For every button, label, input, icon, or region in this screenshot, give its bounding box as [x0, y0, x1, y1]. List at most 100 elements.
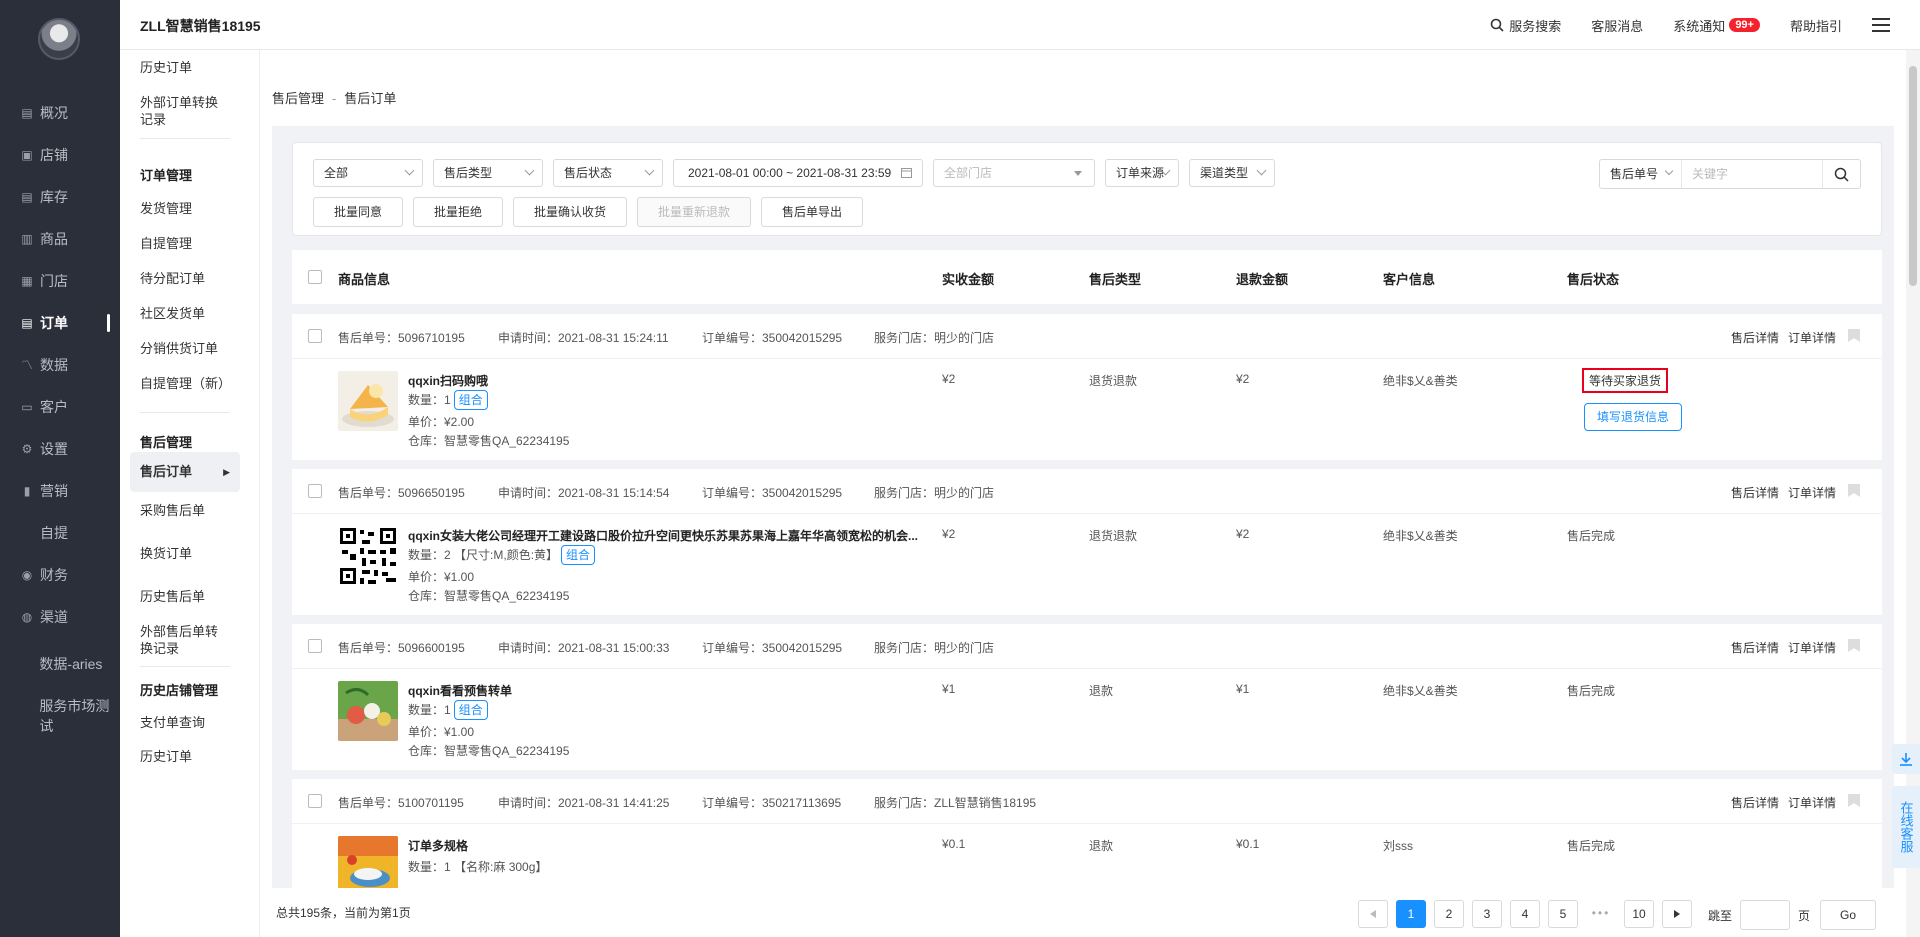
help-link[interactable]: 帮助指引 — [1790, 16, 1842, 35]
export-button[interactable]: 售后单导出 — [761, 197, 863, 227]
page-4[interactable]: 4 — [1510, 900, 1540, 928]
store-select[interactable]: 全部门店 — [933, 159, 1095, 187]
scrollbar-thumb[interactable] — [1909, 66, 1917, 286]
aftersale-detail-link[interactable]: 售后详情 — [1731, 484, 1779, 501]
aftersale-type-select[interactable]: 售后类型 — [433, 159, 543, 187]
search-icon — [1490, 18, 1504, 32]
nav-item[interactable]: ▥ 商品 — [0, 218, 120, 260]
flag-icon[interactable] — [1848, 794, 1860, 807]
download-icon[interactable] — [1892, 744, 1920, 774]
nav-item[interactable]: ▭ 客户 — [0, 386, 120, 428]
order-detail-link[interactable]: 订单详情 — [1788, 794, 1836, 811]
batch-confirm-receipt-button[interactable]: 批量确认收货 — [513, 197, 627, 227]
page-10[interactable]: 10 — [1624, 900, 1654, 928]
select-all-checkbox[interactable] — [308, 270, 322, 284]
subnav-shipping-mgmt[interactable]: 发货管理 — [130, 200, 240, 217]
nav-item-label: 数据-aries — [39, 656, 103, 672]
subnav-community-ship[interactable]: 社区发货单 — [130, 305, 240, 322]
subnav-history-aftersale[interactable]: 历史售后单 — [130, 588, 240, 605]
received-amount: ¥0.1 — [942, 837, 966, 851]
subnav-external-order-records[interactable]: 外部订单转换记录 — [130, 94, 240, 128]
next-page-button[interactable] — [1662, 900, 1692, 928]
fill-return-info-button[interactable]: 填写退货信息 — [1584, 403, 1682, 431]
row-checkbox[interactable] — [308, 794, 322, 808]
online-service-button[interactable]: 在线客服 — [1892, 786, 1920, 868]
page-3[interactable]: 3 — [1472, 900, 1502, 928]
date-range-picker[interactable]: 2021-08-01 00:00 ~ 2021-08-31 23:59 — [673, 159, 923, 187]
service-messages-link[interactable]: 客服消息 — [1591, 16, 1643, 35]
subnav-payment-query[interactable]: 支付单查询 — [130, 714, 240, 731]
nav-item[interactable]: 自提 — [0, 512, 120, 554]
product-name[interactable]: qqxin女装大佬公司经理开工建设路口股价拉升空间更快乐苏果苏果海上嘉年华高领宽… — [408, 527, 918, 544]
page-ellipsis[interactable]: ••• — [1586, 900, 1616, 928]
order-detail-link[interactable]: 订单详情 — [1788, 484, 1836, 501]
product-name[interactable]: qqxin看看预售转单 — [408, 682, 512, 699]
subnav-history-orders[interactable]: 历史订单 — [130, 59, 240, 76]
nav-item[interactable]: ⚙ 设置 — [0, 428, 120, 470]
row-checkbox[interactable] — [308, 484, 322, 498]
prev-page-button[interactable] — [1358, 900, 1388, 928]
search-type-select[interactable]: 售后单号 — [1600, 160, 1682, 188]
scope-select[interactable]: 全部 — [313, 159, 423, 187]
subnav-pickup-mgmt[interactable]: 自提管理 — [130, 235, 240, 252]
batch-re-refund-button[interactable]: 批量重新退款 — [637, 197, 751, 227]
channel-type-select[interactable]: 渠道类型 — [1189, 159, 1275, 187]
subnav-external-aftersale-records[interactable]: 外部售后单转换记录 — [130, 623, 240, 657]
nav-item[interactable]: ▣ 店铺 — [0, 134, 120, 176]
service-search-label: 服务搜索 — [1509, 18, 1562, 34]
nav-item[interactable]: ◍ 渠道 — [0, 596, 120, 638]
page-1[interactable]: 1 — [1396, 900, 1426, 928]
aftersale-detail-link[interactable]: 售后详情 — [1731, 329, 1779, 346]
subnav-distribution-supply[interactable]: 分销供货订单 — [130, 340, 240, 357]
page-2[interactable]: 2 — [1434, 900, 1464, 928]
subnav-pickup-mgmt-new[interactable]: 自提管理（新） — [130, 375, 240, 392]
batch-agree-button[interactable]: 批量同意 — [313, 197, 403, 227]
order-detail-link[interactable]: 订单详情 — [1788, 639, 1836, 656]
nav-item[interactable]: 〽数据 — [0, 344, 120, 386]
subnav-purchase-aftersale[interactable]: 采购售后单 — [130, 502, 240, 519]
aftersale-detail-link[interactable]: 售后详情 — [1731, 639, 1779, 656]
system-notice-link[interactable]: 系统通知 99+ — [1673, 16, 1760, 35]
nav-item[interactable]: ◉ 财务 — [0, 554, 120, 596]
aftersale-detail-link[interactable]: 售后详情 — [1731, 794, 1779, 811]
order-row-header: 售后单号：5096650195 申请时间：2021-08-31 15:14:54… — [292, 469, 1882, 514]
subnav-history-orders-bottom[interactable]: 历史订单 — [130, 748, 240, 765]
search-button[interactable] — [1822, 160, 1860, 188]
flag-icon[interactable] — [1848, 329, 1860, 342]
service-search-button[interactable]: 服务搜索 — [1490, 16, 1561, 35]
jump-page-input[interactable] — [1740, 900, 1790, 930]
row-checkbox[interactable] — [308, 639, 322, 653]
apply-time: 申请时间：2021-08-31 14:41:25 — [498, 796, 670, 810]
filter-box: 全部 售后类型 售后状态 2021-08-01 00:00 ~ 2021-08-… — [292, 142, 1882, 236]
order-detail-link[interactable]: 订单详情 — [1788, 329, 1836, 346]
batch-reject-button[interactable]: 批量拒绝 — [413, 197, 503, 227]
main-content: 售后管理 - 售后订单 全部 售后类型 售后状态 2021-08-01 00:00 … — [260, 50, 1910, 937]
aftersale-status-select[interactable]: 售后状态 — [553, 159, 663, 187]
nav-item[interactable]: ▦ 门店 — [0, 260, 120, 302]
nav-item[interactable]: 数据-aries — [0, 638, 120, 690]
menu-icon[interactable] — [1872, 18, 1890, 32]
chevron-down-icon — [1256, 165, 1267, 176]
nav-item[interactable]: ▮ 营销 — [0, 470, 120, 512]
nav-item[interactable]: 服务市场测试 — [0, 690, 120, 742]
nav-item[interactable]: ▤ 概况 — [0, 92, 120, 134]
user-avatar[interactable] — [38, 18, 80, 60]
subnav-exchange-orders[interactable]: 换货订单 — [130, 545, 240, 562]
breadcrumb-parent[interactable]: 售后管理 — [272, 91, 324, 106]
order-source-select[interactable]: 订单来源 — [1105, 159, 1179, 187]
product-name[interactable]: 订单多规格 — [408, 837, 468, 854]
go-button[interactable]: Go — [1820, 900, 1876, 930]
product-name[interactable]: qqxin扫码购哦 — [408, 372, 488, 389]
nav-item[interactable]: ▤ 订单 — [0, 302, 120, 344]
keyword-input[interactable] — [1682, 160, 1822, 188]
subnav-aftersale-orders[interactable]: 售后订单 ▶ — [130, 452, 240, 492]
row-checkbox[interactable] — [308, 329, 322, 343]
product-image — [338, 371, 398, 431]
aftersale-number: 售后单号：5096650195 — [338, 486, 465, 500]
quantity-line: 数量：2 【尺寸:M,颜色:黄】 组合 — [408, 545, 596, 565]
flag-icon[interactable] — [1848, 484, 1860, 497]
page-5[interactable]: 5 — [1548, 900, 1578, 928]
nav-item[interactable]: ▤ 库存 — [0, 176, 120, 218]
subnav-pending-assign[interactable]: 待分配订单 — [130, 270, 240, 287]
flag-icon[interactable] — [1848, 639, 1860, 652]
